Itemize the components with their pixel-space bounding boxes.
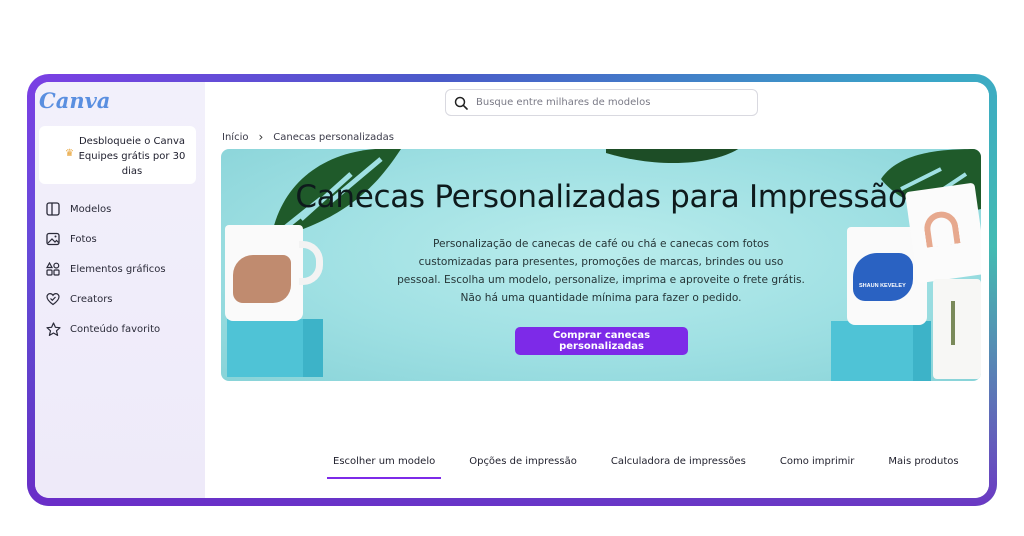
sidebar-item-label: Modelos — [70, 203, 112, 215]
chevron-right-icon: › — [258, 130, 264, 144]
section-tabs: Escolher um modelo Opções de impressão C… — [327, 452, 987, 479]
hero-title: Canecas Personalizadas para Impressão — [295, 179, 907, 215]
canva-logo[interactable]: Canva — [39, 88, 110, 113]
photo-icon — [45, 231, 61, 247]
crown-icon: ♛ — [65, 148, 74, 159]
promo-text: Desbloqueie o Canva Equipes grátis por 3… — [78, 136, 186, 177]
sidebar-item-creators[interactable]: Creators — [45, 284, 200, 314]
pedestal-right — [831, 321, 931, 381]
hero-banner: SHAUN KEVELEY Canecas Personalizadas par… — [221, 149, 981, 381]
tab-escolher-modelo[interactable]: Escolher um modelo — [327, 452, 442, 479]
sidebar-item-favoritos[interactable]: Conteúdo favorito — [45, 314, 200, 344]
search-icon — [454, 96, 468, 110]
sidebar-item-elementos[interactable]: Elementos gráficos — [45, 254, 200, 284]
mug-text: SHAUN KEVELEY — [859, 283, 906, 289]
heart-badge-icon — [45, 291, 61, 307]
mug-photo — [853, 253, 913, 301]
sidebar-item-label: Creators — [70, 293, 113, 305]
tab-mais-produtos[interactable]: Mais produtos — [882, 452, 964, 479]
sidebar: Canva ♛ Desbloqueie o Canva Equipes grát… — [35, 82, 205, 498]
main-content: Início › Canecas personalizadas — [205, 82, 989, 498]
sidebar-item-label: Conteúdo favorito — [70, 323, 161, 335]
mug-art — [922, 209, 961, 248]
shapes-icon — [45, 261, 61, 277]
mug-photo — [233, 255, 291, 303]
pedestal-left — [227, 319, 323, 377]
tab-como-imprimir[interactable]: Como imprimir — [774, 452, 861, 479]
mug-left — [225, 225, 303, 321]
leaf-top — [606, 149, 738, 164]
breadcrumb: Início › Canecas personalizadas — [222, 130, 394, 144]
teams-promo-card[interactable]: ♛ Desbloqueie o Canva Equipes grátis por… — [39, 126, 196, 184]
tab-opcoes-impressao[interactable]: Opções de impressão — [463, 452, 583, 479]
hero-description: Personalização de canecas de café ou chá… — [397, 238, 805, 304]
plant-art — [951, 301, 955, 345]
gradient-frame: Canva ♛ Desbloqueie o Canva Equipes grát… — [27, 74, 997, 506]
sidebar-item-modelos[interactable]: Modelos — [45, 194, 200, 224]
tab-calculadora[interactable]: Calculadora de impressões — [605, 452, 752, 479]
sidebar-item-fotos[interactable]: Fotos — [45, 224, 200, 254]
templates-icon — [45, 201, 61, 217]
mug-right-small — [933, 279, 981, 379]
search-box[interactable] — [445, 89, 758, 116]
sidebar-item-label: Fotos — [70, 233, 97, 245]
buy-mugs-button[interactable]: Comprar canecas personalizadas — [515, 327, 688, 355]
search-input[interactable] — [476, 97, 736, 108]
sidebar-nav: Modelos Fotos Elementos gráficos Creator… — [45, 194, 200, 344]
sidebar-item-label: Elementos gráficos — [70, 263, 166, 275]
browser-window: Canva ♛ Desbloqueie o Canva Equipes grát… — [35, 82, 989, 498]
star-icon — [45, 321, 61, 337]
breadcrumb-current: Canecas personalizadas — [273, 131, 394, 143]
breadcrumb-home[interactable]: Início — [222, 132, 248, 143]
